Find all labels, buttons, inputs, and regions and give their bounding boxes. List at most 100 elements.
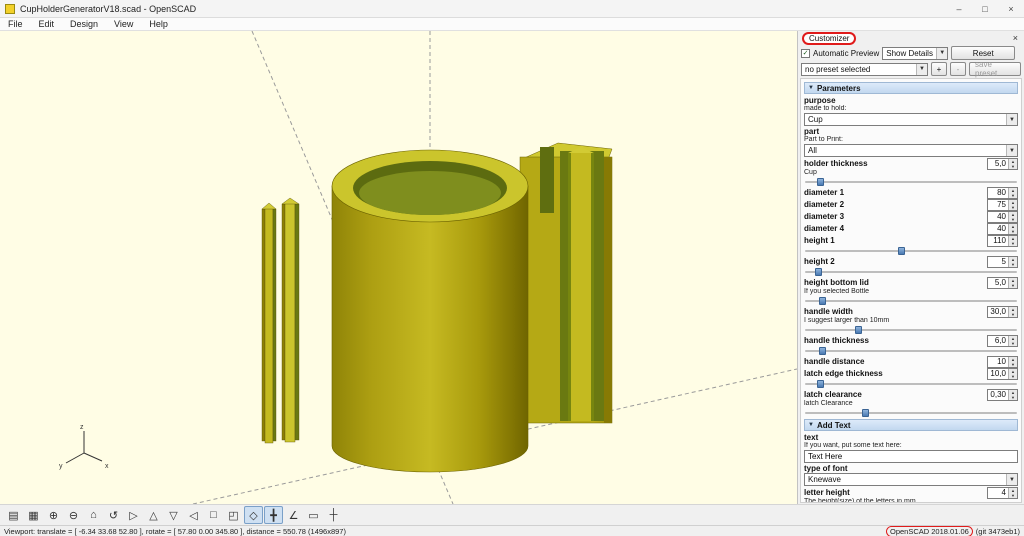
zoom-all-icon[interactable]: ⌂: [84, 506, 103, 524]
show-crosshairs-icon[interactable]: ┼: [324, 506, 343, 524]
spin-down-icon[interactable]: ▼: [1009, 311, 1017, 317]
height-2-spinbox[interactable]: 5 ▲ ▼: [987, 255, 1018, 268]
spin-down-icon[interactable]: ▼: [1009, 163, 1017, 169]
viewport-status-text: Viewport: translate = [ -6.34 33.68 52.8…: [4, 526, 346, 536]
purpose-dropdown[interactable]: Cup ▼: [804, 113, 1018, 126]
show-edges-icon[interactable]: ▦: [24, 506, 43, 524]
add-text-section-header[interactable]: ▼ Add Text: [804, 419, 1018, 431]
text-input[interactable]: [804, 450, 1018, 463]
slider-handle[interactable]: [861, 409, 869, 417]
show-details-dropdown[interactable]: Show Details ▼: [882, 46, 949, 60]
diameter-4-spinbox[interactable]: 40 ▲ ▼: [987, 222, 1018, 235]
latch-clearance-spinbox[interactable]: 0,30 ▲ ▼: [987, 388, 1018, 401]
view-top-icon[interactable]: △: [144, 506, 163, 524]
menu-view[interactable]: View: [106, 18, 141, 30]
spin-down-icon[interactable]: ▼: [1009, 361, 1017, 367]
spin-down-icon[interactable]: ▼: [1009, 204, 1017, 210]
minimize-button[interactable]: –: [946, 0, 972, 17]
zoom-out-icon[interactable]: ⊖: [64, 506, 83, 524]
spin-down-icon[interactable]: ▼: [1009, 216, 1017, 222]
automatic-preview-checkbox[interactable]: ✓: [801, 48, 810, 58]
menu-edit[interactable]: Edit: [31, 18, 63, 30]
spin-down-icon[interactable]: ▼: [1009, 228, 1017, 234]
combo-value: Cup: [808, 115, 823, 124]
slider-handle[interactable]: [816, 178, 824, 186]
menu-help[interactable]: Help: [141, 18, 176, 30]
param-row-diameter-4: diameter 4 40 ▲ ▼: [804, 222, 1018, 235]
param-row-diameter-3: diameter 3 40 ▲ ▼: [804, 210, 1018, 223]
viewport-canvas[interactable]: z y x: [0, 31, 797, 504]
handle-distance-spinbox[interactable]: 10 ▲ ▼: [987, 355, 1018, 368]
latch-edge-thickness-slider[interactable]: [804, 380, 1018, 388]
height-bottom-lid-spinbox[interactable]: 5,0 ▲ ▼: [987, 276, 1018, 289]
handle-width-slider[interactable]: [804, 326, 1018, 334]
preset-dropdown[interactable]: no preset selected ▼: [801, 62, 928, 76]
param-desc: made to hold:: [804, 105, 847, 112]
close-button[interactable]: ×: [998, 0, 1024, 17]
menu-design[interactable]: Design: [62, 18, 106, 30]
part-dropdown[interactable]: All ▼: [804, 144, 1018, 157]
view-bottom-icon[interactable]: ▽: [164, 506, 183, 524]
section-title: Add Text: [816, 420, 851, 430]
slider-handle[interactable]: [898, 247, 906, 255]
show-surfaces-icon[interactable]: ▤: [4, 506, 23, 524]
height-1-slider[interactable]: [804, 247, 1018, 255]
orthogonal-icon[interactable]: ▭: [304, 506, 323, 524]
spin-down-icon[interactable]: ▼: [1009, 340, 1017, 346]
panel-close-icon[interactable]: ×: [1011, 33, 1020, 43]
reset-view-icon[interactable]: ↺: [104, 506, 123, 524]
view-center-icon[interactable]: ╋: [264, 506, 283, 524]
add-preset-button[interactable]: +: [931, 62, 947, 76]
show-details-value: Show Details: [886, 48, 933, 58]
parameters-section-header[interactable]: ▼ Parameters: [804, 82, 1018, 94]
handle-thickness-slider[interactable]: [804, 347, 1018, 355]
spin-down-icon[interactable]: ▼: [1009, 394, 1017, 400]
slider-handle[interactable]: [818, 347, 826, 355]
holder-thickness-slider[interactable]: [804, 178, 1018, 186]
remove-preset-button[interactable]: -: [950, 62, 966, 76]
spin-down-icon[interactable]: ▼: [1009, 261, 1017, 267]
param-label: holder thickness: [804, 159, 868, 168]
maximize-button[interactable]: □: [972, 0, 998, 17]
letter-height-spinbox[interactable]: 4 ▲ ▼: [987, 486, 1018, 499]
slider-handle[interactable]: [818, 297, 826, 305]
diameter-1-spinbox[interactable]: 80 ▲ ▼: [987, 186, 1018, 199]
diameter-2-spinbox[interactable]: 75 ▲ ▼: [987, 198, 1018, 211]
holder-thickness-spinbox[interactable]: 5,0 ▲ ▼: [987, 157, 1018, 170]
slider-handle[interactable]: [855, 326, 863, 334]
height-1-spinbox[interactable]: 110 ▲ ▼: [987, 234, 1018, 247]
latch-edge-thickness-spinbox[interactable]: 10,0 ▲ ▼: [987, 367, 1018, 380]
slider-handle[interactable]: [816, 380, 824, 388]
spin-down-icon[interactable]: ▼: [1009, 282, 1017, 288]
perspective-icon[interactable]: ∠: [284, 506, 303, 524]
zoom-in-icon[interactable]: ⊕: [44, 506, 63, 524]
height-2-slider[interactable]: [804, 268, 1018, 276]
spin-down-icon[interactable]: ▼: [1009, 240, 1017, 246]
spin-down-icon[interactable]: ▼: [1009, 192, 1017, 198]
spin-down-icon[interactable]: ▼: [1009, 373, 1017, 379]
view-right-icon[interactable]: ▷: [124, 506, 143, 524]
height-bottom-lid-slider[interactable]: [804, 297, 1018, 305]
save-preset-button[interactable]: save preset: [969, 60, 1021, 78]
param-row-handle-width: handle width 30,0 ▲ ▼ I suggest larger than…: [804, 305, 1018, 334]
diameter-3-spinbox[interactable]: 40 ▲ ▼: [987, 210, 1018, 223]
font-dropdown[interactable]: Knewave ▼: [804, 473, 1018, 486]
view-left-icon[interactable]: ◁: [184, 506, 203, 524]
latch-clearance-slider[interactable]: [804, 409, 1018, 417]
param-desc: Part to Print:: [804, 136, 843, 143]
param-label: latch edge thickness: [804, 369, 883, 378]
spin-value: 5,0: [994, 158, 1006, 168]
spin-down-icon[interactable]: ▼: [1009, 492, 1017, 498]
customizer-tab[interactable]: Customizer: [802, 31, 857, 45]
spin-value: 4: [1001, 487, 1006, 497]
spin-value: 10: [997, 356, 1006, 366]
handle-width-spinbox[interactable]: 30,0 ▲ ▼: [987, 305, 1018, 318]
view-back-icon[interactable]: ◰: [224, 506, 243, 524]
view-front-icon[interactable]: □: [204, 506, 223, 524]
handle-thickness-spinbox[interactable]: 6,0 ▲ ▼: [987, 334, 1018, 347]
spin-value: 6,0: [994, 335, 1006, 345]
view-diagonal-icon[interactable]: ◇: [244, 506, 263, 524]
reset-button[interactable]: Reset: [951, 46, 1016, 60]
menu-file[interactable]: File: [0, 18, 31, 30]
slider-handle[interactable]: [814, 268, 822, 276]
